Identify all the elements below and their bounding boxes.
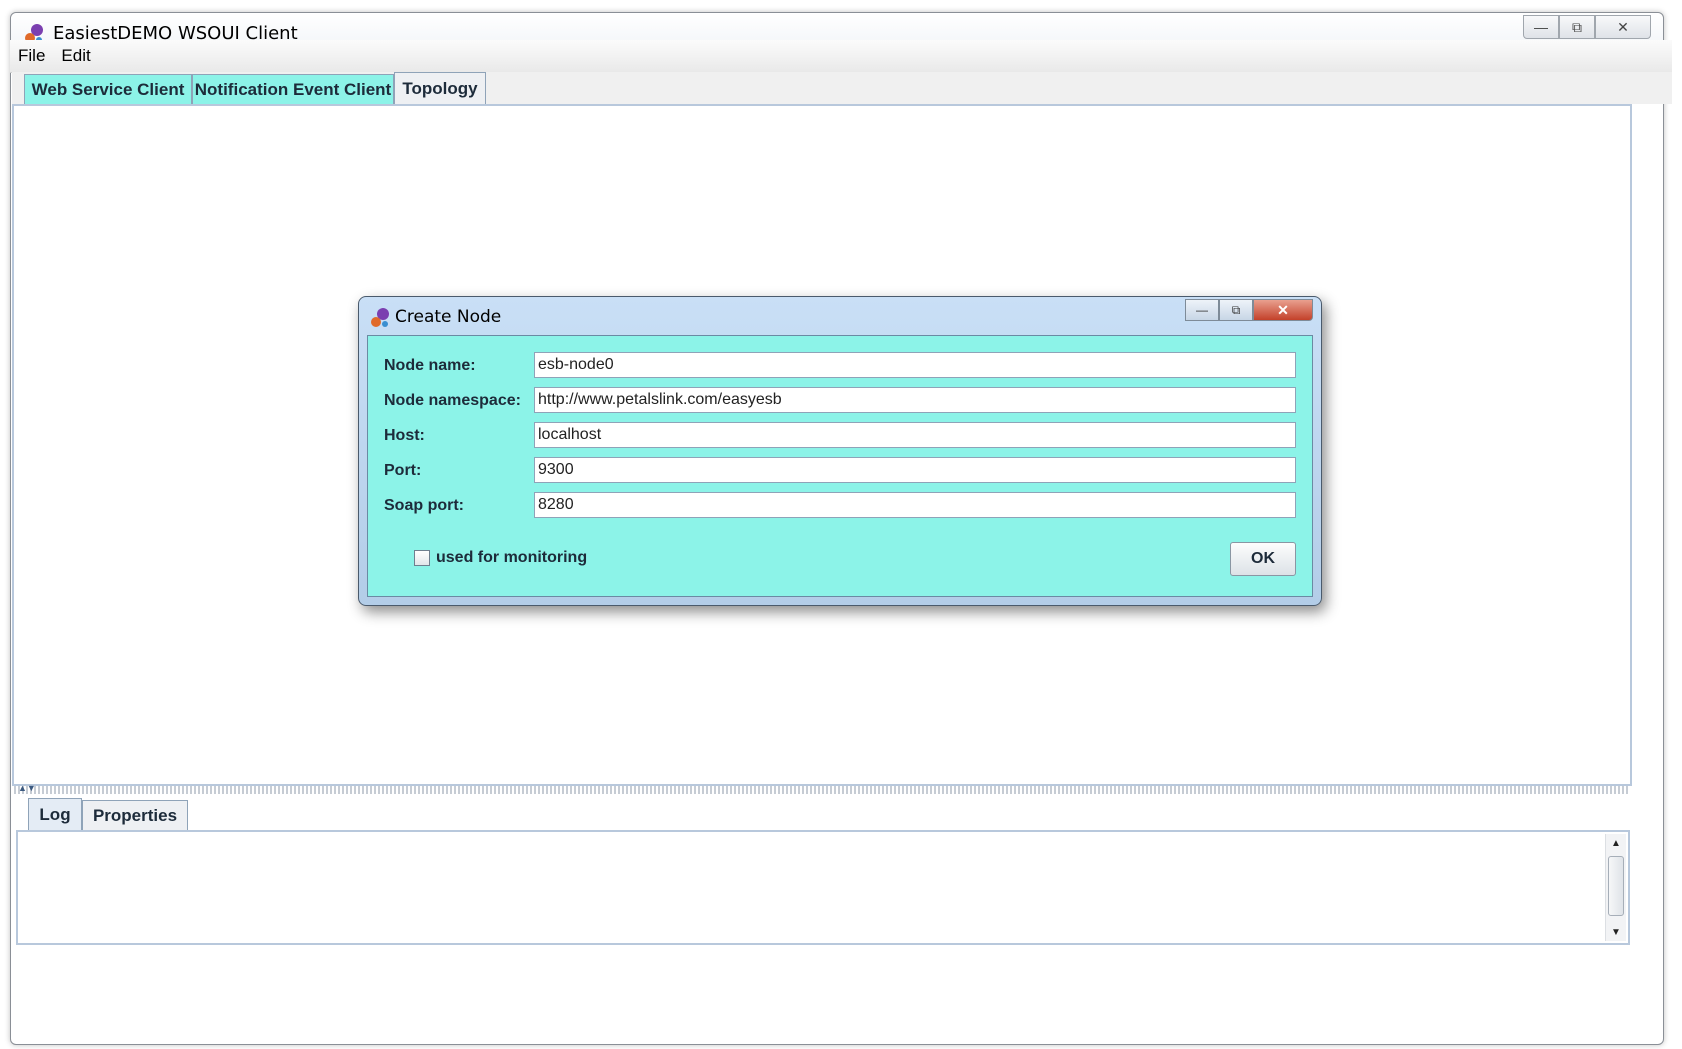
dialog-maximize-button[interactable]: ⧉: [1219, 299, 1253, 321]
tab-web-service-client[interactable]: Web Service Client: [24, 74, 192, 104]
dialog-title: Create Node: [395, 307, 502, 327]
dialog-window-controls: — ⧉ ✕: [1185, 299, 1313, 321]
port-input[interactable]: [534, 457, 1296, 483]
bottom-tabs: Log Properties: [14, 798, 1672, 831]
menu-edit[interactable]: Edit: [53, 46, 98, 66]
window-controls: — ⧉ ✕: [1523, 15, 1651, 41]
close-icon: ✕: [1277, 301, 1289, 318]
node-name-label: Node name:: [384, 357, 476, 374]
host-label: Host:: [384, 427, 425, 444]
log-scrollbar[interactable]: ▲ ▼: [1605, 834, 1626, 941]
log-text-area[interactable]: ▲ ▼: [16, 830, 1630, 945]
dialog-close-button[interactable]: ✕: [1253, 299, 1313, 321]
monitoring-checkbox[interactable]: [414, 550, 430, 566]
close-button[interactable]: ✕: [1595, 15, 1651, 39]
restore-icon: ⧉: [1231, 302, 1241, 317]
tab-topology[interactable]: Topology: [394, 72, 486, 105]
tab-notification-event-client[interactable]: Notification Event Client: [192, 74, 394, 104]
port-label: Port:: [384, 462, 422, 479]
tab-log[interactable]: Log: [28, 798, 82, 831]
app-logo-icon: [371, 308, 389, 327]
restore-icon: ⧉: [1572, 18, 1582, 35]
create-node-dialog: Create Node — ⧉ ✕ Node name: Node namesp…: [358, 296, 1322, 606]
maximize-button[interactable]: ⧉: [1559, 15, 1595, 39]
split-collapse-arrows-icon[interactable]: ▲▼: [18, 784, 36, 793]
node-namespace-input[interactable]: [534, 387, 1296, 413]
split-pane-divider[interactable]: [14, 786, 1630, 794]
monitoring-checkbox-label[interactable]: used for monitoring: [436, 549, 587, 567]
tab-properties[interactable]: Properties: [82, 800, 188, 830]
scroll-down-arrow-icon[interactable]: ▼: [1606, 923, 1626, 941]
scroll-thumb[interactable]: [1608, 856, 1624, 916]
menu-bar: File Edit: [10, 40, 1672, 73]
close-icon: ✕: [1617, 18, 1629, 35]
minimize-icon: —: [1196, 303, 1208, 317]
soap-port-label: Soap port:: [384, 497, 464, 514]
node-name-input[interactable]: [534, 352, 1296, 378]
menu-file[interactable]: File: [10, 46, 53, 66]
dialog-minimize-button[interactable]: —: [1185, 299, 1219, 321]
host-input[interactable]: [534, 422, 1296, 448]
minimize-button[interactable]: —: [1523, 15, 1559, 39]
dialog-form: Node name: Node namespace: Host: Port: S…: [367, 335, 1313, 597]
node-namespace-label: Node namespace:: [384, 392, 521, 409]
ok-button[interactable]: OK: [1230, 542, 1296, 576]
minimize-icon: —: [1534, 19, 1548, 35]
scroll-up-arrow-icon[interactable]: ▲: [1606, 834, 1626, 852]
soap-port-input[interactable]: [534, 492, 1296, 518]
main-tabs: Web Service Client Notification Event Cl…: [12, 72, 1672, 105]
